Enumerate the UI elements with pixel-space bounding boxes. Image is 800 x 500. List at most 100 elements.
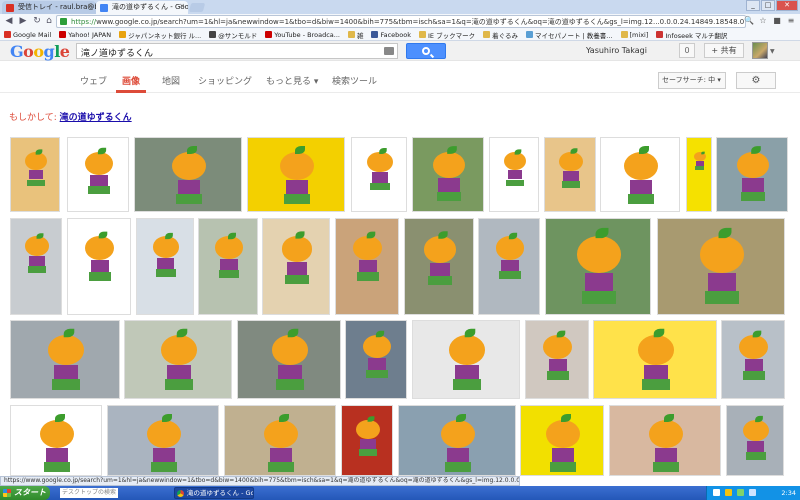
image-result-thumbnail[interactable] [721, 320, 785, 399]
tab-gmail[interactable]: 受信トレイ - raul.bra@biglobe... × [2, 1, 96, 14]
bookmark-item[interactable]: マイセパノート | 教養書... [525, 30, 613, 40]
image-result-thumbnail[interactable] [525, 320, 589, 399]
back-button[interactable]: ◀ [3, 16, 15, 27]
mascot-head [48, 335, 84, 365]
bookmark-item[interactable]: @サンモルド [209, 30, 257, 40]
close-tab-icon[interactable]: × [87, 2, 93, 10]
image-result-thumbnail[interactable] [10, 405, 102, 476]
gear-icon[interactable]: ⚙ [736, 72, 776, 89]
image-result-thumbnail[interactable] [136, 218, 194, 315]
bookmark-item[interactable]: IE ブックマーク [419, 30, 475, 40]
bookmark-item[interactable]: Facebook [371, 31, 411, 39]
extension-icon[interactable]: ■ [772, 16, 782, 26]
close-window-button[interactable]: ✕ [776, 0, 798, 11]
image-result-thumbnail[interactable] [544, 137, 596, 212]
image-result-thumbnail[interactable] [600, 137, 680, 212]
bookmark-item[interactable]: Yahoo! JAPAN [59, 31, 111, 39]
forward-button[interactable]: ▶ [17, 16, 29, 27]
image-result-thumbnail[interactable] [247, 137, 345, 212]
image-result-thumbnail[interactable] [10, 320, 120, 399]
mascot-skirt [453, 379, 481, 390]
tab-google-images[interactable]: 滝の道ゆずるくん - Google 画像... × [96, 1, 188, 14]
image-result-thumbnail[interactable] [478, 218, 540, 315]
image-result-thumbnail[interactable] [412, 320, 520, 399]
taskbar-window-chrome[interactable]: 滝の道ゆずるくん - Go... [174, 487, 254, 499]
tab-web[interactable]: ウェブ [80, 74, 107, 87]
google-logo[interactable]: Google [10, 42, 70, 61]
tab-images[interactable]: 画像 [122, 74, 140, 87]
mascot-skirt [366, 369, 388, 379]
tab-maps[interactable]: 地図 [162, 74, 180, 87]
chevron-down-icon[interactable]: ▼ [770, 48, 775, 55]
bookmark-icon [483, 31, 491, 38]
safesearch-dropdown[interactable]: セーフサーチ: 中 ▾ [658, 72, 726, 89]
image-result-thumbnail[interactable] [124, 320, 232, 399]
network-icon[interactable] [737, 489, 744, 496]
star-icon[interactable]: ☆ [758, 16, 768, 26]
tab-label: 受信トレイ - raul.bra@biglobe... [18, 3, 96, 11]
image-result-thumbnail[interactable] [134, 137, 242, 212]
tab-more[interactable]: もっと見る ▾ [266, 74, 318, 87]
desktop-search-input[interactable]: デスクトップの検索 [60, 488, 118, 498]
image-result-thumbnail[interactable] [224, 405, 336, 476]
home-icon[interactable]: ⌂ [43, 16, 55, 27]
image-result-thumbnail[interactable] [398, 405, 516, 476]
image-result-thumbnail[interactable] [107, 405, 219, 476]
username[interactable]: Yasuhiro Takagi [586, 46, 647, 55]
volume-icon[interactable] [749, 489, 756, 496]
search-input[interactable]: 滝ノ道ゆずるくん [76, 43, 398, 59]
image-result-thumbnail[interactable] [716, 137, 788, 212]
bookmark-item[interactable]: YouTube - Broadca... [265, 31, 340, 39]
image-result-thumbnail[interactable] [341, 405, 393, 476]
maximize-button[interactable]: □ [761, 0, 775, 11]
image-result-thumbnail[interactable] [686, 137, 712, 212]
close-tab-icon[interactable]: × [179, 2, 185, 10]
leaf-icon [508, 232, 518, 239]
tab-search-tools[interactable]: 検索ツール [332, 74, 377, 87]
did-you-mean-link[interactable]: 滝の道ゆずるくん [60, 113, 132, 123]
bookmark-label: [mixi] [629, 30, 649, 39]
search-button[interactable] [406, 43, 446, 59]
image-result-thumbnail[interactable] [67, 218, 131, 315]
reload-button[interactable]: ↻ [31, 16, 43, 27]
image-result-thumbnail[interactable] [345, 320, 407, 399]
start-button[interactable]: スタート [0, 486, 50, 500]
bookmark-item[interactable]: Google Mail [4, 31, 51, 39]
image-result-thumbnail[interactable] [67, 137, 129, 212]
image-result-thumbnail[interactable] [335, 218, 399, 315]
avatar[interactable] [752, 42, 768, 59]
share-button[interactable]: + 共有 [704, 43, 744, 58]
wrench-icon[interactable]: ≡ [786, 16, 796, 26]
image-result-thumbnail[interactable] [237, 320, 341, 399]
camera-icon[interactable] [384, 47, 394, 55]
zoom-icon[interactable]: 🔍 [744, 16, 754, 26]
image-result-thumbnail[interactable] [609, 405, 721, 476]
image-result-thumbnail[interactable] [10, 218, 62, 315]
tab-shopping[interactable]: ショッピング [198, 74, 252, 87]
new-tab-button[interactable] [188, 3, 206, 12]
chrome-icon [177, 490, 184, 497]
image-result-thumbnail[interactable] [657, 218, 785, 315]
mascot-head [638, 335, 674, 365]
tray-icon[interactable] [725, 489, 732, 496]
image-result-thumbnail[interactable] [489, 137, 539, 212]
bookmark-item[interactable]: 雑 [347, 30, 363, 40]
minimize-button[interactable]: _ [746, 0, 760, 11]
tray-icon[interactable] [713, 489, 720, 496]
bookmark-item[interactable]: [mixi] [620, 30, 649, 39]
image-result-thumbnail[interactable] [593, 320, 717, 399]
image-result-thumbnail[interactable] [351, 137, 407, 212]
image-result-thumbnail[interactable] [198, 218, 258, 315]
image-result-thumbnail[interactable] [262, 218, 330, 315]
notification-count[interactable]: 0 [679, 43, 695, 58]
image-result-thumbnail[interactable] [520, 405, 604, 476]
bookmark-item[interactable]: 着ぐるみ [483, 30, 518, 40]
image-result-thumbnail[interactable] [726, 405, 784, 476]
image-result-thumbnail[interactable] [404, 218, 474, 315]
address-bar[interactable]: https://www.google.co.jp/search?um=1&hl=… [56, 15, 746, 28]
image-result-thumbnail[interactable] [10, 137, 60, 212]
image-result-thumbnail[interactable] [545, 218, 651, 315]
image-result-thumbnail[interactable] [412, 137, 484, 212]
bookmark-item[interactable]: ジャパンネット銀行 ル... [119, 30, 201, 40]
bookmark-item[interactable]: Infoseek マルチ翻訳 [656, 30, 727, 40]
